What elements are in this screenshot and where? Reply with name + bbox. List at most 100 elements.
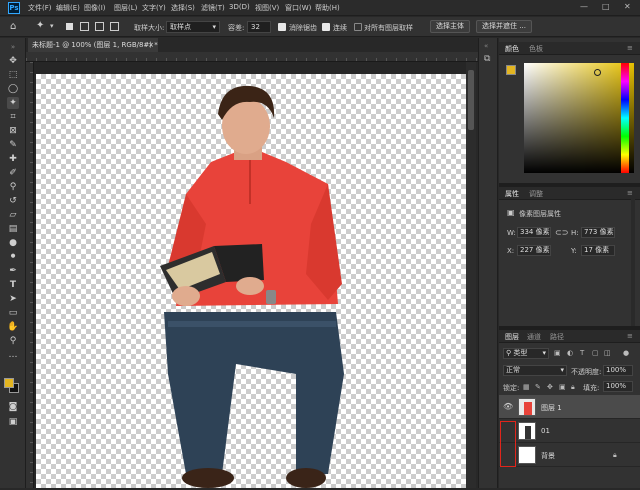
home-icon[interactable]: ⌂ — [10, 21, 16, 32]
eye-icon[interactable]: 👁︎ — [503, 402, 513, 411]
zoom-tool-icon[interactable]: ⚲ — [7, 335, 19, 347]
magic-wand-icon[interactable]: ✦ — [7, 97, 19, 109]
panel-menu-icon[interactable]: ≡ — [627, 189, 633, 197]
fill-field[interactable]: 100% — [603, 381, 633, 392]
tab-paths[interactable]: 路径 — [550, 332, 564, 342]
menu-3d[interactable]: 3D(D) — [229, 3, 250, 11]
healing-brush-icon[interactable]: ✚ — [7, 153, 19, 165]
color-picker-field[interactable] — [524, 63, 634, 173]
eraser-tool-icon[interactable]: ▱ — [7, 209, 19, 221]
y-field[interactable]: 17 像素 — [581, 245, 615, 256]
scrollbar-thumb[interactable] — [468, 70, 474, 130]
layer-name[interactable]: 背景 — [541, 451, 555, 461]
contiguous-checkbox[interactable] — [322, 23, 330, 31]
filter-smart-object-icon[interactable]: ◫ — [604, 349, 611, 357]
filter-toggle-icon[interactable]: ● — [623, 349, 629, 357]
filter-type-icon[interactable]: T — [580, 349, 584, 357]
menu-window[interactable]: 窗口(W) — [285, 3, 311, 13]
panel-menu-icon[interactable]: ≡ — [627, 44, 633, 52]
layer-name[interactable]: 图层 1 — [541, 403, 562, 413]
width-field[interactable]: 334 像素 — [517, 227, 551, 238]
add-selection-icon[interactable] — [80, 22, 89, 31]
maximize-button[interactable]: □ — [602, 2, 610, 11]
brush-tool-icon[interactable]: ✐ — [7, 167, 19, 179]
sample-size-select[interactable]: 取样点 ▾ — [166, 21, 220, 33]
gradient-tool-icon[interactable]: ▤ — [7, 223, 19, 235]
collapse-panels-icon[interactable]: « — [484, 42, 488, 50]
hand-tool-icon[interactable]: ✋ — [7, 321, 19, 333]
pen-tool-icon[interactable]: ✒ — [7, 265, 19, 277]
clone-stamp-icon[interactable]: ⚲ — [7, 181, 19, 193]
lock-artboard-icon[interactable]: ▣ — [559, 383, 566, 391]
crop-tool-icon[interactable]: ⌗ — [7, 111, 19, 123]
tab-color[interactable]: 颜色 — [505, 44, 519, 54]
tab-adjustments[interactable]: 调整 — [529, 189, 543, 199]
filter-adjustment-icon[interactable]: ◐ — [567, 349, 573, 357]
tool-preset-dropdown-icon[interactable]: ▾ — [50, 22, 54, 30]
document-canvas[interactable] — [36, 74, 466, 488]
history-panel-icon[interactable]: ⧉ — [484, 54, 490, 64]
link-icon[interactable]: ⊂⊃ — [555, 228, 568, 237]
marquee-tool-icon[interactable]: ⬚ — [7, 69, 19, 81]
layer-row-layer1[interactable]: 👁︎ 图层 1 — [499, 395, 640, 419]
screen-mode-icon[interactable]: ▣ — [7, 416, 19, 428]
height-field[interactable]: 773 像素 — [581, 227, 615, 238]
filter-pixel-icon[interactable]: ▣ — [554, 349, 561, 357]
lock-transparent-icon[interactable]: ▦ — [523, 383, 530, 391]
more-tools-icon[interactable]: … — [7, 349, 19, 361]
lasso-tool-icon[interactable]: ◯ — [7, 83, 19, 95]
layer-name[interactable]: 01 — [541, 427, 550, 435]
move-tool-icon[interactable]: ✥ — [7, 55, 19, 67]
eyedropper-tool-icon[interactable]: ✎ — [7, 139, 19, 151]
layer-filter-select[interactable]: ⚲ 类型 ▾ — [503, 348, 549, 359]
opacity-field[interactable]: 100% — [603, 365, 633, 376]
tab-swatches[interactable]: 色板 — [529, 44, 543, 54]
new-selection-icon[interactable] — [66, 23, 73, 30]
antialias-checkbox[interactable] — [278, 23, 286, 31]
foreground-color-swatch[interactable] — [4, 378, 14, 388]
blur-tool-icon[interactable]: ● — [7, 237, 19, 249]
close-window-button[interactable]: ✕ — [624, 2, 631, 11]
intersect-selection-icon[interactable] — [110, 22, 119, 31]
frame-tool-icon[interactable]: ⊠ — [7, 125, 19, 137]
color-picker-cursor[interactable] — [594, 69, 601, 76]
subtract-selection-icon[interactable] — [95, 22, 104, 31]
lock-image-icon[interactable]: ✎ — [535, 383, 541, 391]
menu-view[interactable]: 视图(V) — [255, 3, 279, 13]
vertical-scrollbar[interactable] — [466, 62, 476, 488]
menu-type[interactable]: 文字(Y) — [142, 3, 166, 13]
select-subject-button[interactable]: 选择主体 — [430, 20, 470, 33]
menu-select[interactable]: 选择(S) — [171, 3, 195, 13]
properties-scrollbar[interactable] — [631, 198, 635, 328]
lock-all-icon[interactable]: 🔒︎ — [571, 383, 575, 392]
blend-mode-select[interactable]: 正常 ▾ — [503, 365, 567, 376]
panel-menu-icon[interactable]: ≡ — [627, 332, 633, 340]
x-field[interactable]: 227 像素 — [517, 245, 551, 256]
tab-layers[interactable]: 图层 — [505, 332, 519, 342]
lock-position-icon[interactable]: ✥ — [547, 383, 553, 391]
hue-slider[interactable] — [621, 63, 629, 173]
tab-properties[interactable]: 属性 — [505, 189, 519, 199]
tolerance-input[interactable]: 32 — [247, 21, 271, 33]
select-and-mask-button[interactable]: 选择并遮住 ... — [476, 20, 532, 33]
quick-mask-icon[interactable]: ◙ — [7, 401, 19, 413]
filter-shape-icon[interactable]: ▢ — [592, 349, 599, 357]
path-selection-icon[interactable]: ➤ — [7, 293, 19, 305]
menu-help[interactable]: 帮助(H) — [315, 3, 340, 13]
dodge-tool-icon[interactable]: ⚫ — [7, 251, 19, 263]
type-tool-icon[interactable]: T — [7, 279, 19, 291]
collapse-arrows-icon[interactable]: » — [7, 41, 19, 53]
minimize-button[interactable]: — — [580, 2, 588, 11]
sample-all-layers-checkbox[interactable] — [354, 23, 362, 31]
layer-row-background[interactable]: 背景 🔒︎ — [499, 443, 640, 467]
history-brush-icon[interactable]: ↺ — [7, 195, 19, 207]
menu-filter[interactable]: 滤镜(T) — [201, 3, 225, 13]
document-tab[interactable]: 未标题-1 @ 100% (图层 1, RGB/8#) * × — [28, 38, 158, 52]
menu-edit[interactable]: 编辑(E) — [56, 3, 80, 13]
menu-image[interactable]: 图像(I) — [84, 3, 106, 13]
close-tab-icon[interactable]: × — [148, 38, 154, 52]
menu-file[interactable]: 文件(F) — [28, 3, 52, 13]
rectangle-tool-icon[interactable]: ▭ — [7, 307, 19, 319]
tab-channels[interactable]: 通道 — [527, 332, 541, 342]
menu-layer[interactable]: 图层(L) — [114, 3, 137, 13]
